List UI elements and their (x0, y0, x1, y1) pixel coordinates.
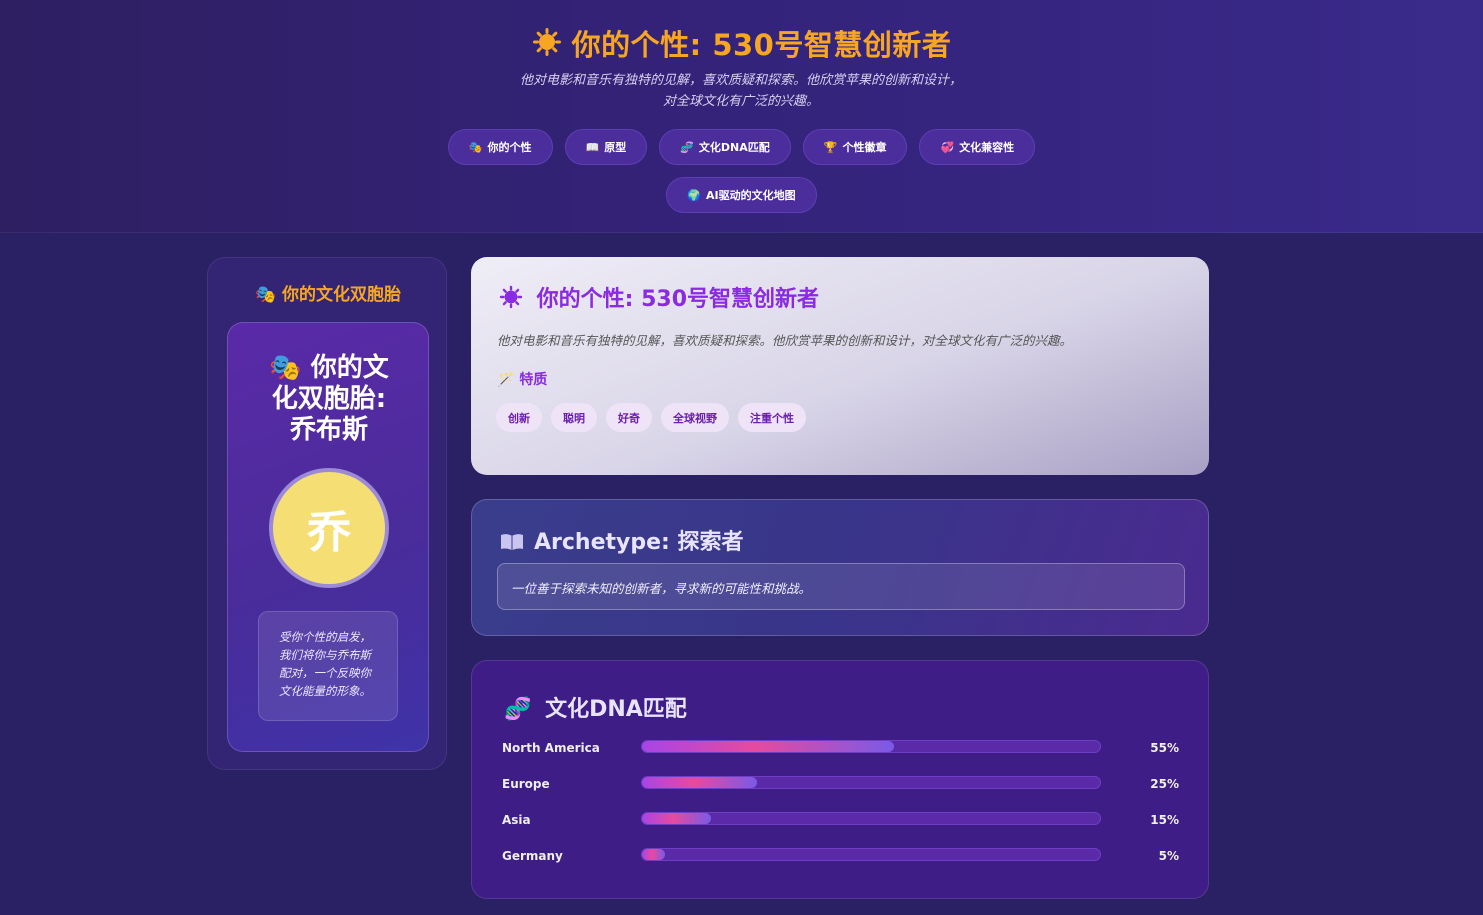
dna-bar-fill (642, 813, 711, 824)
nav-button-dna[interactable]: 🧬 文化DNA匹配 (659, 129, 791, 165)
dna-title: 🧬 文化DNA匹配 (504, 691, 687, 723)
traits-list: 创新 聪明 好奇 全球视野 注重个性 (496, 403, 806, 432)
page-description-line2: 对全球文化有广泛的兴趣。 (662, 94, 819, 109)
twin-name-line3: 乔布斯 (289, 415, 368, 445)
dna-region: Germany (502, 849, 563, 863)
dna-percent: 5% (1158, 849, 1179, 863)
dna-region: Asia (502, 813, 531, 827)
twin-name: 🎭 你的文 化双胞胎: 乔布斯 (238, 353, 420, 446)
nav-button-personality[interactable]: 🎭 你的个性 (447, 129, 553, 165)
dna-bar-track (641, 740, 1101, 753)
dna-percent: 55% (1150, 741, 1179, 755)
dna-title-text: 文化DNA匹配 (545, 697, 687, 722)
nav-button-culture-map[interactable]: 🌍 AI驱动的文化地图 (666, 177, 817, 213)
trait-tag: 全球视野 (661, 403, 729, 432)
traits-label: 🪄 特质 (497, 369, 547, 389)
archetype-description: 一位善于探索未知的创新者，寻求新的可能性和挑战。 (497, 563, 1185, 610)
sun-icon (499, 285, 537, 312)
dna-row: Europe 25% (502, 774, 1182, 794)
dna-row: Germany 5% (502, 846, 1182, 866)
personality-title-text: 你的个性: 530号智慧创新者 (536, 287, 820, 312)
masks-icon: 🎭 (269, 353, 302, 383)
twin-name-line1: 你的文 (310, 353, 389, 383)
dna-icon: 🧬 (504, 697, 532, 722)
globe-icon: 🌍 (687, 188, 702, 202)
personality-card: 你的个性: 530号智慧创新者 他对电影和音乐有独特的见解，喜欢质疑和探索。他欣… (471, 257, 1209, 475)
dna-row: Asia 15% (502, 810, 1182, 830)
hearts-icon: 💞 (940, 140, 955, 154)
personality-description: 他对电影和音乐有独特的见解，喜欢质疑和探索。他欣赏苹果的创新和设计，对全球文化有… (497, 333, 1073, 348)
cultural-twin-heading: 🎭 你的文化双胞胎 (208, 280, 448, 305)
page-title: 你的个性: 530号智慧创新者 (0, 22, 1483, 64)
nav-button-archetype[interactable]: 📖 原型 (564, 129, 648, 165)
open-book-icon (500, 532, 524, 550)
nav-button-label: 文化DNA匹配 (698, 141, 770, 154)
trait-tag: 好奇 (606, 403, 652, 432)
twin-name-line2: 化双胞胎: (271, 384, 387, 414)
cultural-twin-panel: 🎭 你的文化双胞胎 🎭 你的文 化双胞胎: 乔布斯 乔 受你个性的启发，我们将你… (207, 257, 447, 770)
masks-icon: 🎭 (468, 140, 483, 154)
nav-button-label: 个性徽章 (842, 141, 887, 154)
nav-button-badge[interactable]: 🏆 个性徽章 (802, 129, 908, 165)
sun-icon (532, 27, 562, 64)
dna-bar-fill (642, 849, 665, 860)
archetype-title: Archetype: 探索者 (500, 524, 743, 556)
dna-bar-track (641, 776, 1101, 789)
traits-label-text: 特质 (519, 372, 548, 388)
dna-row: North America 55% (502, 738, 1182, 758)
cultural-dna-card: 🧬 文化DNA匹配 North America 55% Europe 25% A… (471, 660, 1209, 899)
nav-button-label: AI驱动的文化地图 (706, 189, 796, 202)
dna-icon: 🧬 (680, 140, 694, 154)
dna-bar-track (641, 812, 1101, 825)
page-description: 他对电影和音乐有独特的见解，喜欢质疑和探索。他欣赏苹果的创新和设计， 对全球文化… (441, 70, 1041, 112)
trait-tag: 聪明 (551, 403, 597, 432)
twin-note: 受你个性的启发，我们将你与乔布斯配对，一个反映你文化能量的形象。 (258, 611, 398, 721)
cultural-twin-card: 🎭 你的文 化双胞胎: 乔布斯 乔 受你个性的启发，我们将你与乔布斯配对，一个反… (227, 322, 429, 752)
dna-bar-fill (642, 777, 757, 788)
section-nav: 🎭 你的个性 📖 原型 🧬 文化DNA匹配 🏆 个性徽章 💞 文化兼容性 🌍 A… (0, 129, 1483, 225)
nav-button-compatibility[interactable]: 💞 文化兼容性 (919, 129, 1036, 165)
avatar: 乔 (269, 468, 389, 588)
trophy-icon: 🏆 (823, 140, 838, 154)
personality-title: 你的个性: 530号智慧创新者 (499, 281, 819, 313)
hero-header: 你的个性: 530号智慧创新者 他对电影和音乐有独特的见解，喜欢质疑和探索。他欣… (0, 0, 1483, 233)
archetype-title-text: Archetype: 探索者 (534, 530, 744, 555)
trait-tag: 创新 (496, 403, 542, 432)
nav-button-label: 你的个性 (487, 141, 532, 154)
dna-percent: 25% (1150, 777, 1179, 791)
trait-tag: 注重个性 (738, 403, 806, 432)
dna-region: Europe (502, 777, 550, 791)
magic-wand-icon: 🪄 (497, 372, 515, 388)
archetype-card: Archetype: 探索者 一位善于探索未知的创新者，寻求新的可能性和挑战。 (471, 499, 1209, 636)
dna-bar-track (641, 848, 1101, 861)
nav-button-label: 文化兼容性 (959, 141, 1015, 154)
dna-percent: 15% (1150, 813, 1179, 827)
dna-bar-fill (642, 741, 894, 752)
nav-button-label: 原型 (604, 141, 627, 154)
dna-region: North America (502, 741, 600, 755)
cultural-twin-heading-text: 你的文化双胞胎 (282, 285, 402, 305)
book-icon: 📖 (585, 140, 600, 154)
masks-icon: 🎭 (254, 285, 277, 305)
page-title-text: 你的个性: 530号智慧创新者 (571, 28, 952, 62)
page-description-line1: 他对电影和音乐有独特的见解，喜欢质疑和探索。他欣赏苹果的创新和设计， (519, 73, 962, 88)
